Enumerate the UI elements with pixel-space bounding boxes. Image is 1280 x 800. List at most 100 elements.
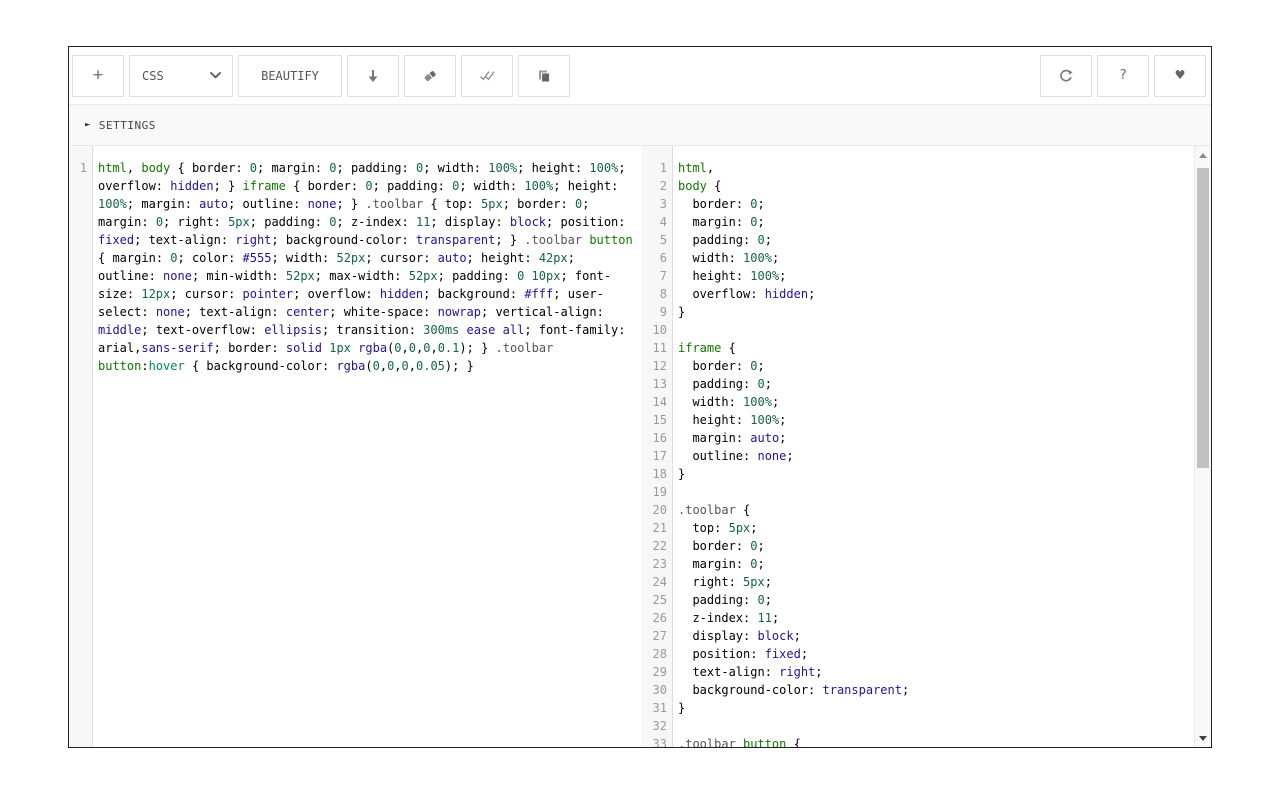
code-token: ; (772, 251, 779, 265)
code-token: ; (517, 161, 531, 175)
line-number: 1 (641, 159, 673, 177)
code-token: : (322, 251, 336, 265)
line-number: 16 (641, 429, 673, 447)
code-token: : (714, 521, 728, 535)
result-code-text: .toolbar { (673, 501, 1194, 519)
code-token: auto (199, 197, 228, 211)
code-token: background (438, 287, 510, 301)
code-token: ; (430, 215, 444, 229)
code-token: 5px (481, 197, 503, 211)
code-token: auto (750, 431, 779, 445)
code-token: none (163, 269, 192, 283)
code-token: ; (365, 251, 379, 265)
code-token: white-space (344, 305, 423, 319)
code-token: : (765, 665, 779, 679)
source-editor[interactable]: 1 html, body { border: 0; margin: 0; pad… (69, 146, 641, 747)
line-number: 22 (641, 537, 673, 555)
code-token: : (736, 269, 750, 283)
code-token: ; (815, 665, 822, 679)
heart-icon: ♥ (1175, 68, 1184, 83)
code-token: ; (373, 179, 387, 193)
validate-button[interactable] (461, 55, 513, 97)
code-token: top (692, 521, 714, 535)
code-line: 12 border: 0; (641, 357, 1194, 375)
code-token: 0 (757, 233, 764, 247)
code-token: { (721, 341, 735, 355)
beautify-button[interactable]: BEAUTIFY (238, 55, 342, 97)
code-token: ; (553, 179, 567, 193)
code-token: .toolbar (365, 197, 423, 211)
code-token: ; (582, 197, 596, 211)
copy-button[interactable] (518, 55, 570, 97)
result-code-text: text-align: right; (673, 663, 1194, 681)
settings-bar[interactable]: ► SETTINGS (69, 104, 1211, 146)
code-token: text-align (199, 305, 271, 319)
code-token: background-color (692, 683, 808, 697)
code-token: : (495, 215, 509, 229)
code-token: height (532, 161, 575, 175)
line-number: 23 (641, 555, 673, 573)
code-token: ; } (214, 179, 243, 193)
scroll-up-button[interactable] (1195, 147, 1211, 163)
code-token: : (510, 287, 524, 301)
line-number: 3 (641, 195, 673, 213)
result-code-text: margin: auto; (673, 429, 1194, 447)
code-token (678, 647, 692, 661)
code-token: : (743, 593, 757, 607)
code-token: 0 (373, 359, 380, 373)
code-token: none (156, 305, 185, 319)
code-line: 10 (641, 321, 1194, 339)
code-token: : (214, 215, 228, 229)
code-token: 0 (365, 179, 372, 193)
scroll-down-button[interactable] (1195, 730, 1211, 746)
code-token: color (192, 251, 228, 265)
favorite-button[interactable]: ♥ (1154, 55, 1206, 97)
erase-button[interactable] (404, 55, 456, 97)
code-token: : (808, 683, 822, 697)
code-token: : (235, 161, 249, 175)
code-token: : (736, 557, 750, 571)
code-token: block (757, 629, 793, 643)
code-token: ; (322, 323, 336, 337)
code-token (495, 323, 502, 337)
code-token: 0 (170, 251, 177, 265)
code-token: ; (808, 287, 815, 301)
code-token: border (692, 197, 735, 211)
language-select[interactable]: CSS (129, 55, 233, 97)
result-editor[interactable]: 1html,2body {3 border: 0;4 margin: 0;5 p… (641, 146, 1194, 747)
download-button[interactable] (347, 55, 399, 97)
code-line: 30 background-color: transparent; (641, 681, 1194, 699)
line-number: 6 (641, 249, 673, 267)
refresh-button[interactable] (1040, 55, 1092, 97)
line-number: 29 (641, 663, 673, 681)
code-token: 0.1 (438, 341, 460, 355)
editors-area: 1 html, body { border: 0; margin: 0; pad… (69, 146, 1211, 747)
code-token: ; (568, 251, 582, 265)
code-token: ellipsis (264, 323, 322, 337)
code-token: hidden (765, 287, 808, 301)
code-token: margin (692, 557, 735, 571)
result-code-area[interactable]: 1html,2body {3 border: 0;4 margin: 0;5 p… (641, 146, 1194, 747)
code-token: , (402, 341, 409, 355)
source-code-area[interactable]: 1 html, body { border: 0; margin: 0; pad… (69, 146, 641, 747)
add-button[interactable]: + (72, 55, 124, 97)
code-token: ; (271, 233, 285, 247)
code-token: : (250, 323, 264, 337)
code-token: hidden (170, 179, 213, 193)
scroll-thumb[interactable] (1197, 168, 1209, 468)
code-token: ; (758, 539, 765, 553)
code-token: text-align (149, 233, 221, 247)
code-token: padding (692, 593, 743, 607)
result-code-text: background-color: transparent; (673, 681, 1194, 699)
line-number: 4 (641, 213, 673, 231)
code-token: : (611, 179, 625, 193)
code-token: : (141, 305, 155, 319)
code-token: : (156, 179, 170, 193)
code-token: { (170, 161, 192, 175)
code-token: : (156, 251, 170, 265)
help-button[interactable]: ? (1097, 55, 1149, 97)
code-token (678, 593, 692, 607)
code-token: ; (423, 161, 437, 175)
code-token: : (736, 215, 750, 229)
code-token: 300ms (423, 323, 459, 337)
